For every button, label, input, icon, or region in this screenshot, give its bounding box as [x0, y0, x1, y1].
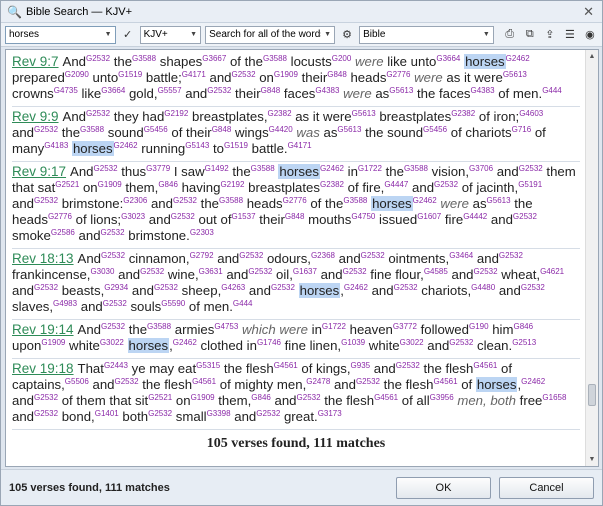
verse-reference-link[interactable]: Rev 19:18	[12, 361, 74, 376]
scroll-down-icon[interactable]: ▼	[586, 453, 598, 466]
export-icon[interactable]: ⇪	[542, 26, 558, 44]
bible-search-window: 🔍 Bible Search — KJV+ ✕ ▼ ✓ KJV+ ▼ Searc…	[0, 0, 603, 506]
chevron-down-icon: ▼	[190, 31, 198, 38]
search-input[interactable]	[9, 29, 102, 40]
print-icon[interactable]: ⎙	[502, 26, 518, 44]
search-mode-value: Search for all of the words	[209, 29, 322, 40]
options-icon[interactable]: ☰	[562, 26, 578, 44]
close-icon[interactable]: ✕	[581, 4, 596, 20]
verse-text: ThatG2443 ye may eatG5315 the fleshG4561…	[12, 361, 567, 424]
gear-icon[interactable]: ⚙	[339, 26, 355, 44]
verse-reference-link[interactable]: Rev 19:14	[12, 322, 74, 337]
verse-item: Rev 9:9 AndG2532 they hadG2192 breastplat…	[12, 107, 580, 162]
verse-item: Rev 18:13 AndG2532 cinnamon,G2792 andG253…	[12, 249, 580, 320]
binoculars-icon: 🔍	[7, 4, 22, 19]
verse-item: Rev 19:18 ThatG2443 ye may eatG5315 the f…	[12, 359, 580, 430]
verse-text: AndG2532 cinnamon,G2792 andG2532 odours,…	[12, 251, 565, 314]
verse-text: AndG2532 theG3588 armiesG4753 which were…	[12, 322, 537, 353]
results-list: Rev 9:7 AndG2532 theG3588 shapesG3667 of …	[6, 50, 586, 466]
ok-button[interactable]: OK	[396, 476, 491, 499]
version-select-value: KJV+	[143, 29, 168, 40]
chevron-down-icon: ▼	[482, 31, 490, 38]
verse-text: AndG2532 they hadG2192 breastplates,G238…	[12, 109, 546, 156]
verse-reference-link[interactable]: Rev 9:7	[12, 54, 59, 69]
window-title: Bible Search — KJV+	[25, 5, 133, 18]
scope-select-value: Bible	[363, 29, 386, 40]
cancel-button[interactable]: Cancel	[499, 476, 594, 499]
vertical-scrollbar[interactable]: ▲ ▼	[585, 50, 598, 466]
scroll-up-icon[interactable]: ▲	[586, 50, 598, 63]
status-text: 105 verses found, 111 matches	[9, 481, 170, 494]
verse-item: Rev 9:7 AndG2532 theG3588 shapesG3667 of …	[12, 52, 580, 107]
spell-check-icon[interactable]: ✓	[120, 26, 136, 44]
verse-text: AndG2532 theG3588 shapesG3667 of theG358…	[12, 54, 562, 101]
results-pane[interactable]: Rev 9:7 AndG2532 theG3588 shapesG3667 of …	[5, 49, 599, 467]
search-toolbar: ▼ ✓ KJV+ ▼ Search for all of the words ▼…	[1, 23, 602, 47]
verse-text: AndG2532 thusG3779 I sawG1492 theG3588 h…	[12, 164, 576, 243]
title-bar: 🔍 Bible Search — KJV+ ✕	[1, 1, 602, 23]
search-mode-select[interactable]: Search for all of the words ▼	[205, 25, 336, 44]
chevron-down-icon: ▼	[324, 31, 332, 38]
find-icon[interactable]: ◉	[582, 26, 598, 44]
scrollbar-thumb[interactable]	[588, 384, 596, 406]
results-summary: 105 verses found, 111 matches	[206, 436, 386, 451]
verse-reference-link[interactable]: Rev 9:17	[12, 164, 66, 179]
copy-icon[interactable]: ⧉	[522, 26, 538, 44]
verse-item: Rev 19:14 AndG2532 theG3588 armiesG4753 w…	[12, 320, 580, 359]
search-combobox[interactable]: ▼	[5, 25, 116, 44]
status-bar: 105 verses found, 111 matches OK Cancel	[1, 469, 602, 505]
version-select[interactable]: KJV+ ▼	[139, 25, 202, 44]
verse-reference-link[interactable]: Rev 9:9	[12, 109, 59, 124]
verse-reference-link[interactable]: Rev 18:13	[12, 251, 74, 266]
scope-select[interactable]: Bible ▼	[359, 25, 494, 44]
search-dropdown-arrow-icon[interactable]: ▼	[105, 31, 112, 38]
verse-item: Rev 9:17 AndG2532 thusG3779 I sawG1492 th…	[12, 162, 580, 249]
